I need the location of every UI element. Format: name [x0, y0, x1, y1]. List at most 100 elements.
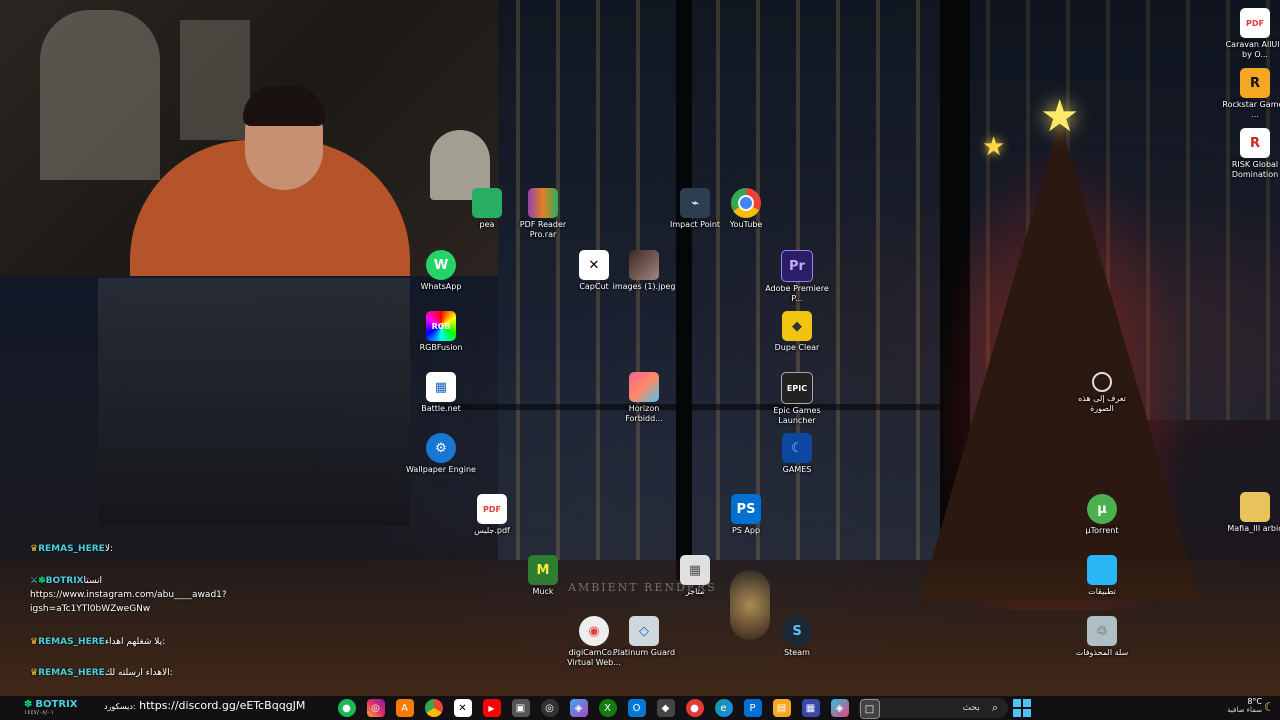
search-icon: ⌕	[991, 701, 998, 714]
recycle-bin-icon: ♲	[1087, 616, 1117, 646]
pdf-icon: PDF	[477, 494, 507, 524]
icon-label: Steam	[784, 648, 810, 657]
outlook-icon[interactable]: O	[627, 699, 646, 717]
icon-label: Epic Games Launcher	[773, 406, 821, 425]
crown-icon: ♛	[30, 668, 39, 678]
desktop-icon-jalis-pdf[interactable]: PDF جليس.pdf	[457, 494, 527, 536]
photos-icon[interactable]: ▣	[511, 699, 530, 717]
edge-icon[interactable]: e	[714, 699, 733, 717]
moon-icon: ☾	[782, 433, 812, 463]
start-button[interactable]	[1013, 699, 1031, 717]
copilot-icon[interactable]: ◈	[569, 699, 588, 717]
store-icon[interactable]: ▦	[801, 699, 820, 717]
instagram-icon[interactable]: ◎	[366, 699, 385, 717]
icon-label: تعرف إلى هذه الصورة	[1078, 394, 1126, 413]
windows-logo-icon	[1013, 709, 1021, 717]
gun-icon: ⌁	[680, 188, 710, 218]
clock-date: ١٤٤٧/٠٨/٠١	[24, 709, 54, 716]
chat-link[interactable]: https://www.instagram.com/abu____awad1?	[30, 590, 330, 600]
obs-icon[interactable]: ◎	[540, 699, 559, 717]
chrome-icon[interactable]	[424, 699, 443, 717]
desktop-icon-caravan[interactable]: PDF Caravan AllUla by O...	[1220, 8, 1280, 60]
chat-username: REMAS_HERE	[38, 668, 105, 678]
desktop-icon-rockstar[interactable]: R Rockstar Games ...	[1220, 68, 1280, 120]
christmas-tree	[920, 120, 1200, 600]
windows-logo-icon	[1013, 699, 1021, 707]
icon-label: تطبيقات	[1088, 587, 1116, 596]
weather-widget[interactable]: 8°C سماء صافية	[1200, 697, 1262, 714]
taskbar-left: ١٤٤٧/٠٨/٠١ ✽ BOTRIX	[24, 699, 77, 716]
icon-label: Caravan AllUla by O...	[1225, 40, 1280, 59]
spotify-icon[interactable]: ●	[337, 699, 356, 717]
rgb-icon: RGB	[426, 311, 456, 341]
discord-link[interactable]: ديسكورد: https://discord.gg/eETcBqqgJM	[104, 699, 305, 712]
desktop-icon-pea[interactable]: pea	[466, 188, 508, 230]
capcut-icon[interactable]: ✕	[453, 699, 472, 717]
icon-label: Mafia_III arbic	[1227, 524, 1280, 533]
desktop-icon-utorrent[interactable]: µ µTorrent	[1067, 494, 1137, 536]
desktop-icon-games[interactable]: ☾ GAMES	[762, 433, 832, 475]
desktop-icon-youtube[interactable]: YouTube	[711, 188, 781, 230]
desktop-icon-whatsapp[interactable]: W WhatsApp	[406, 250, 476, 292]
desktop-icon-steam[interactable]: S Steam	[762, 616, 832, 658]
desktop-icon-pdf-reader[interactable]: PDF Reader Pro.rar	[508, 188, 578, 240]
desktop-icon-battlenet[interactable]: ▦ Battle.net	[406, 372, 476, 414]
epic-games-icon: EPIC	[781, 372, 813, 404]
desktop-icon-wallpaper-engine[interactable]: ⚙ Wallpaper Engine	[406, 433, 476, 475]
risk-icon: R	[1240, 128, 1270, 158]
file-explorer-icon[interactable]: ▤	[772, 699, 791, 717]
copilot-app-icon[interactable]: ◈	[830, 699, 849, 717]
desktop-icon-store[interactable]: ▦ متاجر	[660, 555, 730, 597]
chat-link-cont[interactable]: igsh=aTc1YTl0bWZweGNw	[30, 604, 330, 614]
icon-label: pea	[479, 220, 495, 229]
moon-icon: ☾	[1264, 700, 1275, 714]
muck-icon: M	[528, 555, 558, 585]
icon-label: µTorrent	[1085, 526, 1119, 535]
desktop-icon-platinum[interactable]: ◇ Platinum Guard	[609, 616, 679, 658]
steam-icon: S	[782, 616, 812, 646]
acrobat-icon[interactable]: A	[395, 699, 414, 717]
xbox-icon[interactable]: X	[598, 699, 617, 717]
window-sill	[430, 404, 940, 410]
desktop-icon-recycle[interactable]: ♲ سلة المحذوفات	[1067, 616, 1137, 658]
playstation-icon[interactable]: P	[743, 699, 762, 717]
icon-label: Battle.net	[421, 404, 461, 413]
record-icon[interactable]: ●	[685, 699, 704, 717]
desktop-icon-images[interactable]: images (1).jpeg	[609, 250, 679, 292]
playstation-icon: PS	[731, 494, 761, 524]
crown-icon: ♛	[30, 544, 39, 554]
unity-icon[interactable]: ◆	[656, 699, 675, 717]
desktop-icon-dupe-clear[interactable]: ◆ Dupe Clear	[762, 311, 832, 353]
icon-label: images (1).jpeg	[612, 282, 676, 291]
desktop-icon-horizon[interactable]: Horizon Forbidd...	[609, 372, 679, 424]
search-box[interactable]: بحث ⌕	[858, 698, 1008, 718]
star-ornament-icon: ★	[982, 132, 1006, 162]
desktop-icon-muck[interactable]: M Muck	[508, 555, 578, 597]
chat-text: يلا شغلهم اهداء:	[104, 637, 166, 647]
icon-label: YouTube	[729, 220, 763, 229]
desktop-icon-apps[interactable]: تطبيقات	[1067, 555, 1137, 597]
webcam-feed	[0, 0, 498, 276]
desktop-icon-learn-more[interactable]: تعرف إلى هذه الصورة	[1067, 372, 1137, 414]
gear-icon: ✽	[38, 576, 46, 586]
desktop-icon-mafia[interactable]: Mafia_III arbic	[1220, 492, 1280, 534]
desktop-icon-ps-app[interactable]: PS PS App	[711, 494, 781, 536]
windows-logo-icon	[1023, 699, 1031, 707]
icon-label: WhatsApp	[420, 282, 462, 291]
desktop-icon-premiere[interactable]: Pr Adobe Premiere P...	[762, 250, 832, 304]
crown-icon: ♛	[30, 637, 39, 647]
youtube-icon[interactable]: ▶	[482, 699, 501, 717]
icon-label: Horizon Forbidd...	[625, 404, 663, 423]
chat-text: انستا	[83, 576, 103, 586]
horizon-icon	[629, 372, 659, 402]
desktop-icon-rgbfusion[interactable]: RGB RGBFusion	[406, 311, 476, 353]
tree-star-icon: ★	[1040, 91, 1080, 142]
icon-label: Adobe Premiere P...	[765, 284, 829, 303]
desktop-icon-risk[interactable]: R RISK Global Domination	[1220, 128, 1280, 180]
taskbar: ١٤٤٧/٠٨/٠١ ✽ BOTRIX ديسكورد: https://dis…	[0, 696, 1280, 720]
webcam-door	[40, 10, 160, 180]
premiere-icon: Pr	[781, 250, 813, 282]
wallpaper-engine-icon: ⚙	[426, 433, 456, 463]
desktop-icon-epic[interactable]: EPIC Epic Games Launcher	[762, 372, 832, 426]
chat-message: ♛REMAS_HEREلا:	[30, 544, 330, 554]
